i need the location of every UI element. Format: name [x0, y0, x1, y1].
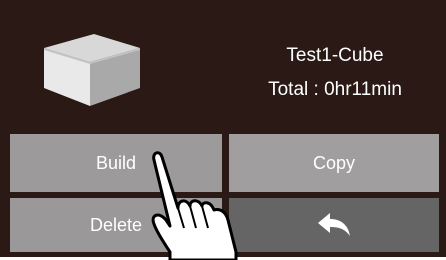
file-name: Test1-Cube [286, 45, 384, 66]
back-button[interactable] [229, 198, 439, 252]
model-thumbnail-icon [44, 34, 140, 106]
total-time: Total : 0hr11min [268, 79, 402, 100]
copy-button-label: Copy [312, 152, 356, 173]
build-screen: Test1-Cube Total : 0hr11min Build Copy D… [0, 0, 446, 260]
build-button-label: Build [95, 152, 137, 173]
file-details: Test1-Cube Total : 0hr11min [240, 44, 430, 102]
copy-button[interactable]: Copy [229, 134, 439, 192]
file-info-panel: Test1-Cube Total : 0hr11min [0, 0, 446, 128]
build-button[interactable]: Build [10, 134, 222, 192]
delete-button[interactable]: Delete [10, 198, 222, 252]
delete-button-label: Delete [89, 214, 143, 235]
back-arrow-icon [318, 213, 350, 236]
